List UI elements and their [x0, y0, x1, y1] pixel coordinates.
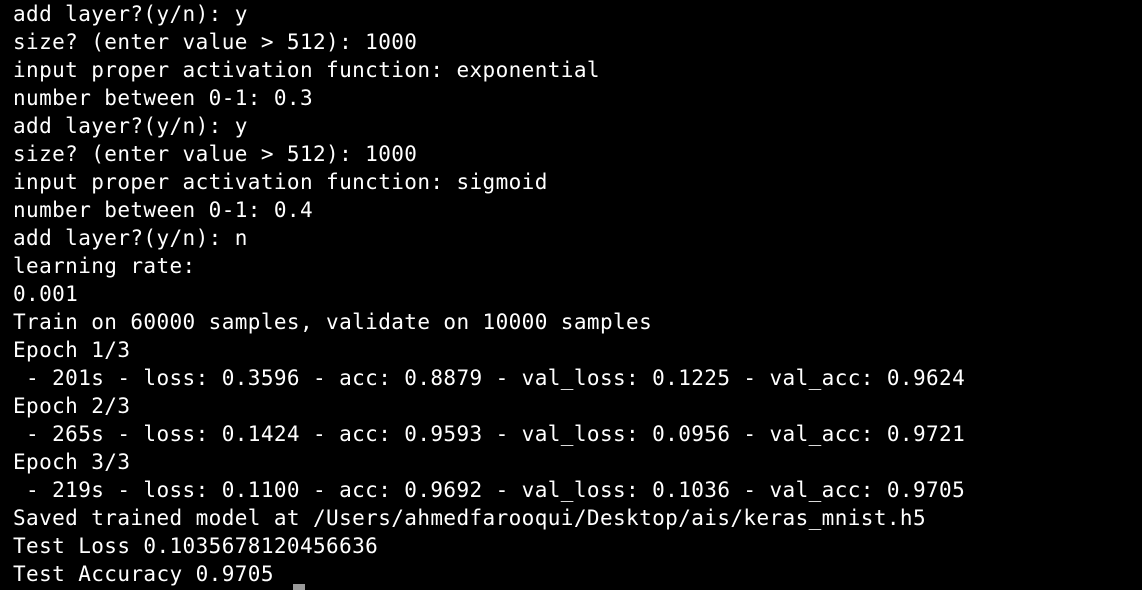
terminal-line: size? (enter value > 512): 1000 — [13, 30, 418, 54]
terminal-line: number between 0-1: 0.4 — [13, 198, 313, 222]
terminal-line: input proper activation function: sigmoi… — [13, 170, 548, 194]
terminal-line: Test Accuracy 0.9705 — [13, 562, 274, 586]
terminal-line: Epoch 2/3 — [13, 394, 131, 418]
terminal-line: - 219s - loss: 0.1100 - acc: 0.9692 - va… — [13, 478, 966, 502]
terminal-line: add layer?(y/n): y — [13, 2, 248, 26]
terminal-line: Epoch 1/3 — [13, 338, 131, 362]
terminal-line: size? (enter value > 512): 1000 — [13, 142, 418, 166]
terminal-line: Epoch 3/3 — [13, 450, 131, 474]
terminal-line: number between 0-1: 0.3 — [13, 86, 313, 110]
terminal-line: Train on 60000 samples, validate on 1000… — [13, 310, 653, 334]
terminal-line: add layer?(y/n): n — [13, 226, 248, 250]
terminal-window[interactable]: add layer?(y/n): y size? (enter value > … — [0, 0, 1142, 590]
terminal-line: learning rate: — [13, 254, 196, 278]
terminal-line: 0.001 — [13, 282, 79, 306]
text-cursor — [293, 584, 305, 590]
terminal-line: input proper activation function: expone… — [13, 58, 600, 82]
terminal-line: add layer?(y/n): y — [13, 114, 248, 138]
terminal-line: Saved trained model at /Users/ahmedfaroo… — [13, 506, 927, 530]
terminal-line: - 265s - loss: 0.1424 - acc: 0.9593 - va… — [13, 422, 966, 446]
terminal-line: - 201s - loss: 0.3596 - acc: 0.8879 - va… — [13, 366, 966, 390]
terminal-line: Test Loss 0.1035678120456636 — [13, 534, 379, 558]
